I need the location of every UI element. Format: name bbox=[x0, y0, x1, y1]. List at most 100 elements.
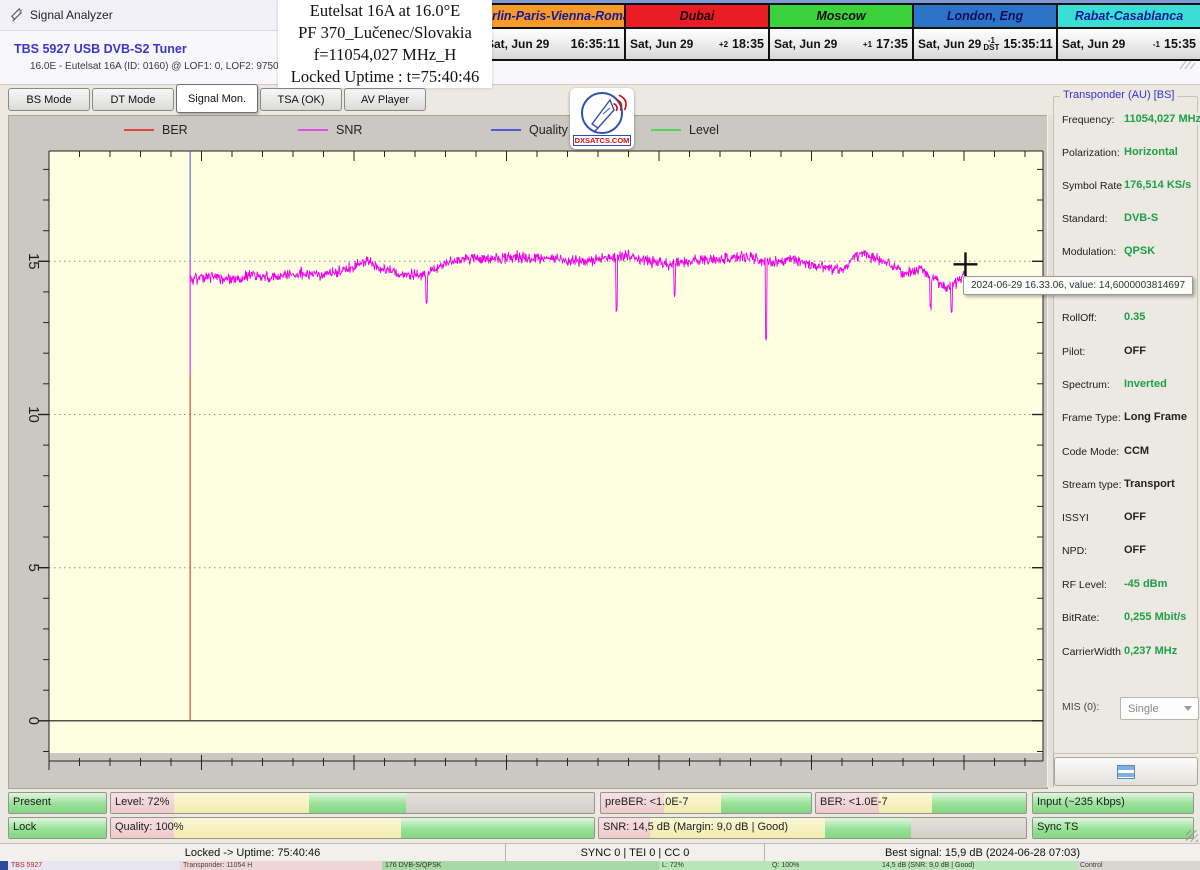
strip-segment-2: Transponder: 11054 H bbox=[180, 861, 385, 870]
chevron-down-icon bbox=[1184, 706, 1192, 711]
panel-action-button[interactable] bbox=[1054, 757, 1198, 786]
tp-field-value: Transport bbox=[1122, 478, 1175, 490]
signal-chart-panel: BERSNRQualityLevel 051015 bbox=[8, 115, 1048, 789]
tp-field-rolloff-: RollOff:0.35 bbox=[1062, 312, 1196, 327]
mis-label: MIS (0): bbox=[1062, 701, 1099, 713]
bar-input: Input (~235 Kbps) bbox=[1032, 792, 1194, 814]
clock-2: MoscowSat, Jun 29+117:35 bbox=[770, 5, 914, 59]
tab-dt-mode[interactable]: DT Mode bbox=[92, 88, 174, 111]
strip-segment-1: TBS 5927 bbox=[8, 861, 183, 870]
bar-label: Present bbox=[13, 793, 51, 812]
clock-utc-offset: -1DST bbox=[981, 37, 1001, 51]
tp-field-value: -45 dBm bbox=[1122, 578, 1167, 590]
tp-field-value: Long Frame bbox=[1122, 411, 1187, 423]
bar-track bbox=[111, 793, 594, 813]
tp-field-carrierwidth-: CarrierWidth:0,237 MHz bbox=[1062, 646, 1196, 661]
mis-select[interactable]: Single bbox=[1120, 697, 1199, 720]
tp-field-label: Modulation: bbox=[1062, 246, 1116, 258]
bar-present: Present bbox=[8, 792, 107, 814]
bar-segment-green bbox=[401, 818, 594, 838]
bar-ber: BER: <1.0E-7 bbox=[815, 792, 1027, 814]
status-indicator-bars: Present Level: 72% preBER: <1.0E-7BER: <1.… bbox=[0, 787, 1200, 843]
strip-segment-5: Q: 100% bbox=[769, 861, 880, 870]
clock-date: Sat, Jun 29 bbox=[630, 37, 693, 51]
tp-field-label: Frequency: bbox=[1062, 114, 1115, 126]
bar-label: Sync TS bbox=[1037, 818, 1078, 837]
bar-label: Quality: 100% bbox=[115, 818, 183, 837]
tp-field-value: 0,255 Mbit/s bbox=[1122, 611, 1186, 623]
tp-field-issyi: ISSYIOFF bbox=[1062, 512, 1196, 527]
tp-field-label: Spectrum: bbox=[1062, 379, 1110, 391]
clock-city-label: Rabat-Casablanca bbox=[1058, 5, 1200, 29]
tp-field-value: Horizontal bbox=[1122, 146, 1178, 158]
signal-analyzer-window: Signal Analyzer TBS 5927 USB DVB-S2 Tune… bbox=[0, 0, 1200, 870]
clock-4: Rabat-CasablancaSat, Jun 29-115:35 bbox=[1058, 5, 1200, 59]
tp-field-value: 11054,027 MHz bbox=[1122, 113, 1200, 125]
tp-field-label: BitRate: bbox=[1062, 612, 1099, 624]
bar-label: Input (~235 Kbps) bbox=[1037, 793, 1125, 812]
tp-field-value: OFF bbox=[1122, 544, 1146, 556]
tp-field-label: RF Level: bbox=[1062, 579, 1107, 591]
bar-segment-yellow bbox=[174, 793, 309, 813]
bar-label: SNR: 14,5 dB (Margin: 9,0 dB | Good) bbox=[603, 818, 788, 837]
bar-quality: Quality: 100% bbox=[110, 817, 595, 839]
tp-field-value: OFF bbox=[1122, 511, 1146, 523]
bar-segment-green bbox=[932, 793, 1027, 813]
bar-segment-yellow bbox=[174, 818, 401, 838]
station-overlay-title: Eutelsat 16A at 16.0°E PF 370_Lučenec/Sl… bbox=[278, 0, 492, 88]
tp-field-frequency-: Frequency:11054,027 MHz bbox=[1062, 114, 1196, 129]
dxsatcs-dish-logo-icon bbox=[570, 88, 634, 138]
tp-field-value: OFF bbox=[1122, 345, 1146, 357]
clock-time-row: Sat, Jun 29-1DST15:35:11 bbox=[914, 29, 1056, 59]
clock-city-label: London, Eng bbox=[914, 5, 1056, 29]
clock-0: Berlin-Paris-Vienna-RomaSat, Jun 2916:35… bbox=[482, 5, 626, 59]
tp-field-label: RollOff: bbox=[1062, 312, 1097, 324]
tp-field-value: 0,237 MHz bbox=[1122, 645, 1177, 657]
tab-tsa-ok-[interactable]: TSA (OK) bbox=[260, 88, 342, 111]
clock-city-label: Berlin-Paris-Vienna-Roma bbox=[482, 5, 624, 29]
tab-signal-mon-[interactable]: Signal Mon. bbox=[176, 84, 258, 113]
clock-time: 18:35 bbox=[732, 37, 764, 51]
tp-field-label: Stream type: bbox=[1062, 479, 1122, 491]
y-axis-label-10: 10 bbox=[25, 406, 42, 423]
clock-3: London, EngSat, Jun 29-1DST15:35:11 bbox=[914, 5, 1058, 59]
tp-field-frame-type-: Frame Type:Long Frame bbox=[1062, 412, 1196, 427]
bar-label: Lock bbox=[13, 818, 36, 837]
world-clocks: Berlin-Paris-Vienna-RomaSat, Jun 2916:35… bbox=[480, 3, 1200, 61]
tp-field-label: Symbol Rate: bbox=[1062, 180, 1125, 192]
tp-field-label: CarrierWidth: bbox=[1062, 646, 1124, 658]
tp-field-value: CCM bbox=[1122, 445, 1149, 457]
tab-bs-mode[interactable]: BS Mode bbox=[8, 88, 90, 111]
signal-chart[interactable]: 051015 bbox=[9, 116, 1045, 786]
tab-av-player[interactable]: AV Player bbox=[344, 88, 426, 111]
overlay-line-site: PF 370_Lučenec/Slovakia bbox=[278, 22, 492, 44]
clock-time: 15:35:11 bbox=[1003, 37, 1052, 51]
mis-selected-value: Single bbox=[1128, 703, 1159, 715]
clock-date: Sat, Jun 29 bbox=[918, 37, 981, 51]
bar-preber: preBER: <1.0E-7 bbox=[600, 792, 812, 814]
clock-time-row: Sat, Jun 2916:35:11 bbox=[482, 29, 624, 59]
bar-label: Level: 72% bbox=[115, 793, 169, 812]
tuner-name: TBS 5927 USB DVB-S2 Tuner bbox=[14, 42, 187, 56]
clock-time: 17:35 bbox=[876, 37, 908, 51]
tp-field-spectrum-: Spectrum:Inverted bbox=[1062, 379, 1196, 394]
tp-field-modulation-: Modulation:QPSK bbox=[1062, 246, 1196, 261]
bar-snr: SNR: 14,5 dB (Margin: 9,0 dB | Good) bbox=[598, 817, 1027, 839]
statusbar-locked-uptime: Locked -> Uptime: 75:40:46 bbox=[0, 844, 506, 862]
bar-segment-gray bbox=[911, 818, 1026, 838]
dxsatcs-logo: DXSATCS.COM bbox=[570, 88, 634, 149]
dxsatcs-logo-text: DXSATCS.COM bbox=[573, 135, 631, 146]
plot-area[interactable] bbox=[49, 151, 1043, 753]
bar-sync: Sync TS bbox=[1032, 817, 1194, 839]
clock-date: Sat, Jun 29 bbox=[774, 37, 837, 51]
strip-segment-3: 176 DVB-S/QPSK bbox=[382, 861, 660, 870]
bar-segment-green bbox=[721, 793, 811, 813]
statusbar-best-signal: Best signal: 15,9 dB (2024-06-28 07:03) bbox=[765, 844, 1200, 862]
satellite-dish-icon bbox=[9, 7, 24, 22]
window-titlebar: Signal Analyzer bbox=[0, 0, 278, 31]
resize-grip-icon[interactable] bbox=[1186, 830, 1198, 842]
tp-field-polarization-: Polarization:Horizontal bbox=[1062, 147, 1196, 162]
tp-field-pilot-: Pilot:OFF bbox=[1062, 346, 1196, 361]
tp-field-label: Polarization: bbox=[1062, 147, 1120, 159]
clock-date: Sat, Jun 29 bbox=[1062, 37, 1125, 51]
